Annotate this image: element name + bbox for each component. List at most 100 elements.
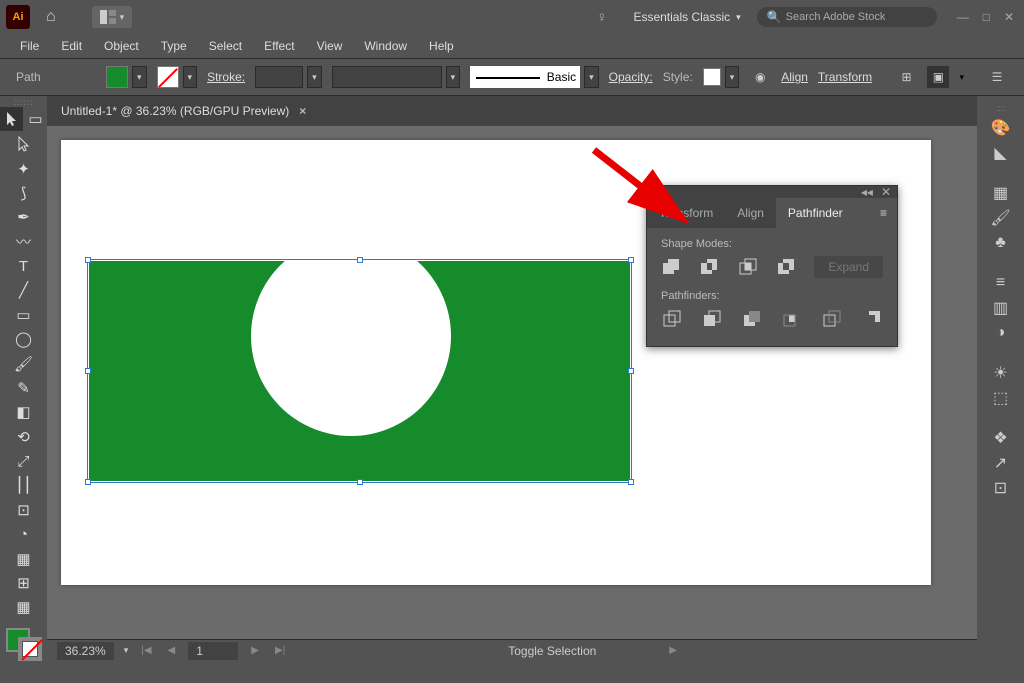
workspace-switcher[interactable]: Essentials Classic ▾: [625, 6, 748, 28]
collapse-panel-icon[interactable]: ◂◂: [861, 185, 873, 199]
fill-swatch[interactable]: [106, 66, 128, 88]
close-panel-button[interactable]: ✕: [881, 185, 891, 199]
type-tool[interactable]: T: [12, 255, 35, 277]
brush-definition[interactable]: Basic: [470, 66, 580, 88]
artboard-number[interactable]: 1: [188, 642, 238, 660]
appearance-panel-icon[interactable]: ☀: [988, 362, 1014, 384]
swatches-panel-icon[interactable]: ▦: [988, 182, 1014, 204]
align-link[interactable]: Align: [781, 70, 808, 84]
panel-grip[interactable]: ::::::: [4, 98, 44, 106]
tab-align[interactable]: Align: [725, 198, 776, 228]
direct-selection-tool[interactable]: [12, 133, 35, 155]
mesh-tool[interactable]: ⊞: [12, 572, 35, 594]
menu-effect[interactable]: Effect: [254, 36, 304, 56]
color-panel-icon[interactable]: 🎨: [988, 117, 1014, 139]
style-dropdown[interactable]: ▾: [725, 66, 740, 88]
pathfinder-panel[interactable]: ◂◂ ✕ Transform Align Pathfinder ≡ Shape …: [646, 185, 898, 347]
brush-dropdown[interactable]: ▾: [584, 66, 599, 88]
close-tab-button[interactable]: ×: [299, 104, 306, 118]
arrange-documents-button[interactable]: ▾: [92, 6, 133, 28]
maximize-button[interactable]: □: [983, 10, 990, 24]
ellipse-tool[interactable]: ◯: [12, 328, 35, 350]
style-swatch[interactable]: [703, 68, 721, 86]
minus-front-button[interactable]: [699, 256, 719, 278]
prev-artboard-button[interactable]: ◀: [165, 645, 179, 656]
crop-button[interactable]: [781, 308, 803, 330]
stroke-dropdown[interactable]: ▾: [183, 66, 198, 88]
gradient-panel-icon[interactable]: ▥: [988, 297, 1014, 319]
stroke-swatch[interactable]: [157, 66, 179, 88]
lasso-tool[interactable]: ⟆: [12, 182, 35, 204]
document-tab-title[interactable]: Untitled-1* @ 36.23% (RGB/GPU Preview): [61, 104, 289, 118]
artboards-panel-icon[interactable]: ⊡: [988, 477, 1014, 499]
exclude-button[interactable]: [776, 256, 796, 278]
asset-export-panel-icon[interactable]: ↗: [988, 452, 1014, 474]
transform-link[interactable]: Transform: [818, 70, 872, 84]
search-input[interactable]: 🔍 Search Adobe Stock: [757, 7, 937, 27]
first-artboard-button[interactable]: |◀: [138, 645, 154, 656]
shape-builder-tool[interactable]: ◔: [12, 523, 35, 545]
menu-type[interactable]: Type: [151, 36, 197, 56]
layers-panel-icon[interactable]: ❖: [988, 427, 1014, 449]
opacity-label[interactable]: Opacity:: [609, 70, 653, 84]
fill-dropdown[interactable]: ▾: [132, 66, 147, 88]
eraser-tool[interactable]: ◧: [12, 401, 35, 423]
home-icon[interactable]: ⌂: [38, 4, 64, 30]
tab-transform[interactable]: Transform: [647, 198, 725, 228]
fill-stroke-indicator[interactable]: [4, 628, 44, 662]
color-guide-panel-icon[interactable]: ◣: [988, 142, 1014, 164]
status-menu[interactable]: ▶: [666, 645, 680, 656]
lightbulb-icon[interactable]: ♀: [596, 9, 607, 26]
rectangle-tool[interactable]: ▭: [12, 304, 35, 326]
stroke-weight-dropdown[interactable]: ▾: [307, 66, 322, 88]
symbols-panel-icon[interactable]: ♣: [988, 232, 1014, 254]
panel-flyout-menu[interactable]: ≡: [870, 206, 897, 220]
rotate-tool[interactable]: ⟲: [12, 426, 35, 448]
zoom-dropdown[interactable]: ▾: [124, 645, 129, 656]
panel-menu-icon[interactable]: ☰: [986, 66, 1008, 88]
brushes-panel-icon[interactable]: 🖌: [988, 207, 1014, 229]
free-transform-tool[interactable]: ⊡: [12, 499, 35, 521]
unite-button[interactable]: [661, 256, 681, 278]
chevron-down-icon[interactable]: ▾: [959, 72, 964, 83]
tab-pathfinder[interactable]: Pathfinder: [776, 198, 855, 228]
stroke-weight-input[interactable]: [255, 66, 303, 88]
outline-button[interactable]: [821, 308, 843, 330]
selection-tool[interactable]: [0, 107, 23, 131]
close-button[interactable]: ✕: [1004, 10, 1014, 24]
stroke-panel-icon[interactable]: ≡: [988, 272, 1014, 294]
menu-window[interactable]: Window: [354, 36, 417, 56]
last-artboard-button[interactable]: ▶|: [272, 645, 288, 656]
menu-edit[interactable]: Edit: [51, 36, 92, 56]
graphic-styles-panel-icon[interactable]: ⬚: [988, 387, 1014, 409]
isolate-icon[interactable]: ⊞: [895, 66, 917, 88]
menu-select[interactable]: Select: [199, 36, 252, 56]
scale-tool[interactable]: ⤢: [12, 450, 35, 472]
menu-file[interactable]: File: [10, 36, 49, 56]
recolor-icon[interactable]: ◉: [749, 66, 771, 88]
curvature-tool[interactable]: 〰: [12, 231, 35, 253]
paintbrush-tool[interactable]: 🖌: [12, 352, 35, 374]
pencil-tool[interactable]: ✎: [12, 377, 35, 399]
line-tool[interactable]: ╱: [12, 279, 35, 301]
edit-object-icon[interactable]: ▣: [927, 66, 949, 88]
zoom-value[interactable]: 36.23%: [57, 642, 114, 660]
next-artboard-button[interactable]: ▶: [248, 645, 262, 656]
artboard-tool[interactable]: ▭: [24, 107, 47, 131]
var-width-dropdown[interactable]: ▾: [446, 66, 461, 88]
var-width-profile[interactable]: [332, 66, 442, 88]
merge-button[interactable]: [741, 308, 763, 330]
magic-wand-tool[interactable]: ✦: [12, 157, 35, 179]
divide-button[interactable]: [661, 308, 683, 330]
menu-help[interactable]: Help: [419, 36, 464, 56]
menu-view[interactable]: View: [307, 36, 353, 56]
panel-grip[interactable]: ::::: [996, 104, 1005, 113]
perspective-tool[interactable]: ▦: [12, 547, 35, 569]
menu-object[interactable]: Object: [94, 36, 149, 56]
trim-button[interactable]: [701, 308, 723, 330]
minus-back-button[interactable]: [861, 308, 883, 330]
stroke-label[interactable]: Stroke:: [207, 70, 245, 84]
gradient-tool[interactable]: ▦: [12, 596, 35, 618]
transparency-panel-icon[interactable]: ◑: [988, 322, 1014, 344]
intersect-button[interactable]: [738, 256, 758, 278]
